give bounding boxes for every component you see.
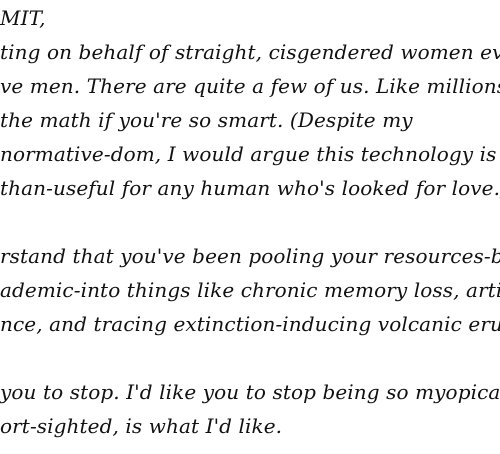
paragraph-1-line-2: ve men. There are quite a few of us. Lik…	[0, 74, 500, 98]
paragraph-1-line-4: normative-dom, I would argue this techno…	[0, 142, 497, 166]
paragraph-2-line-1: rstand that you've been pooling your res…	[0, 244, 500, 268]
paragraph-2-line-2: ademic-into things like chronic memory l…	[0, 278, 500, 302]
paragraph-1-line-1: ting on behalf of straight, cisgendered …	[0, 40, 500, 64]
paragraph-1-line-5: than-useful for any human who's looked f…	[0, 176, 500, 200]
paragraph-2-line-3: nce, and tracing extinction-inducing vol…	[0, 312, 500, 336]
paragraph-1-line-3: the math if you're so smart. (Despite my	[0, 108, 413, 132]
paragraph-3-line-1: you to stop. I'd like you to stop being …	[0, 380, 500, 404]
salutation: MIT,	[0, 6, 46, 30]
letter-page: MIT, ting on behalf of straight, cisgend…	[0, 0, 500, 454]
paragraph-3-line-2: ort-sighted, is what I'd like.	[0, 414, 283, 438]
